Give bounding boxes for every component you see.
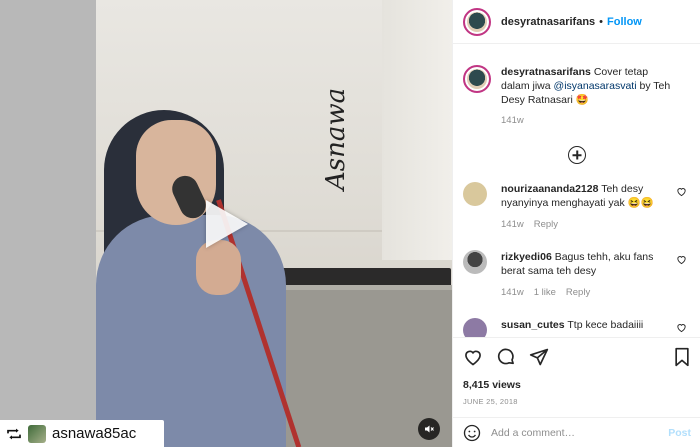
- commenter-avatar[interactable]: [463, 250, 487, 274]
- comment-meta: 141w 1 like Reply: [501, 286, 661, 300]
- action-buttons: [463, 346, 691, 368]
- post-actions: 8,415 views JUNE 25, 2018: [453, 337, 700, 406]
- window-light: [382, 0, 452, 260]
- repost-icon: [6, 427, 22, 441]
- follow-button[interactable]: Follow: [607, 16, 642, 28]
- repost-credit: asnawa85ac: [0, 420, 164, 447]
- post-caption: desyratnasarifans Cover tetap dalam jiwa…: [463, 65, 691, 126]
- comment-time[interactable]: 141w: [501, 286, 524, 300]
- comment-reply-button[interactable]: Reply: [534, 218, 558, 232]
- load-more-comments[interactable]: [463, 146, 691, 164]
- author-username[interactable]: desyratnasarifans: [501, 16, 595, 28]
- comment-text-wrap: nourizaananda2128 Teh desy nyanyinya men…: [501, 182, 661, 210]
- author-avatar[interactable]: [463, 7, 491, 36]
- instagram-post: Asnawa asnawa85ac desyratnasarifans • Fo…: [0, 0, 700, 447]
- post-date[interactable]: JUNE 25, 2018: [463, 397, 691, 406]
- caption-avatar[interactable]: [463, 65, 491, 93]
- comment-username[interactable]: susan_cutes: [501, 319, 565, 331]
- comment-likes[interactable]: 1 like: [534, 286, 556, 300]
- comment-like-heart-icon[interactable]: [676, 322, 687, 333]
- comment-text-wrap: susan_cutes Ttp kece badaiiii: [501, 318, 661, 332]
- post-header: desyratnasarifans • Follow: [453, 0, 700, 44]
- comment-username[interactable]: nourizaananda2128: [501, 183, 598, 195]
- caption-time[interactable]: 141w: [501, 115, 671, 126]
- comment-item: rizkyedi06 Bagus tehh, aku fans berat sa…: [463, 250, 691, 300]
- mute-icon[interactable]: [418, 418, 440, 440]
- post-side-panel: desyratnasarifans • Follow desyratnasari…: [452, 0, 700, 447]
- video-watermark: Asnawa: [321, 87, 351, 190]
- comment-meta: 141w Reply: [501, 218, 661, 232]
- video-player[interactable]: Asnawa: [96, 0, 452, 447]
- comment-text: Ttp kece badaiiii: [567, 319, 644, 331]
- comment-time[interactable]: 141w: [501, 218, 524, 232]
- comment-input[interactable]: [491, 426, 669, 439]
- repost-username: asnawa85ac: [52, 425, 137, 442]
- caption-mention[interactable]: @isyanasarasvati: [554, 80, 637, 92]
- person-hand: [196, 240, 241, 295]
- share-icon[interactable]: [529, 347, 549, 367]
- separator-dot: •: [599, 15, 604, 28]
- comment-text-wrap: rizkyedi06 Bagus tehh, aku fans berat sa…: [501, 250, 661, 278]
- comment-username[interactable]: rizkyedi06: [501, 251, 552, 263]
- plus-circle-icon[interactable]: [568, 146, 586, 164]
- comments-list[interactable]: desyratnasarifans Cover tetap dalam jiwa…: [453, 45, 700, 337]
- view-count[interactable]: 8,415 views: [463, 379, 691, 391]
- comment-like-heart-icon[interactable]: [676, 254, 687, 265]
- caption-username[interactable]: desyratnasarifans: [501, 66, 591, 78]
- add-comment-bar: Post: [453, 417, 700, 447]
- comment-reply-button[interactable]: Reply: [566, 286, 590, 300]
- emoji-icon[interactable]: [463, 424, 481, 442]
- repost-avatar: [28, 424, 46, 443]
- play-icon[interactable]: [206, 200, 248, 248]
- caption-text: desyratnasarifans Cover tetap dalam jiwa…: [501, 65, 671, 107]
- commenter-avatar[interactable]: [463, 182, 487, 206]
- commenter-avatar[interactable]: [463, 318, 487, 337]
- bookmark-icon[interactable]: [673, 347, 691, 367]
- post-comment-button[interactable]: Post: [668, 427, 691, 439]
- heart-icon[interactable]: [463, 347, 483, 367]
- comment-like-heart-icon[interactable]: [676, 186, 687, 197]
- comment-icon[interactable]: [496, 347, 516, 367]
- comment-item: susan_cutes Ttp kece badaiiii: [463, 318, 691, 337]
- comment-item: nourizaananda2128 Teh desy nyanyinya men…: [463, 182, 691, 232]
